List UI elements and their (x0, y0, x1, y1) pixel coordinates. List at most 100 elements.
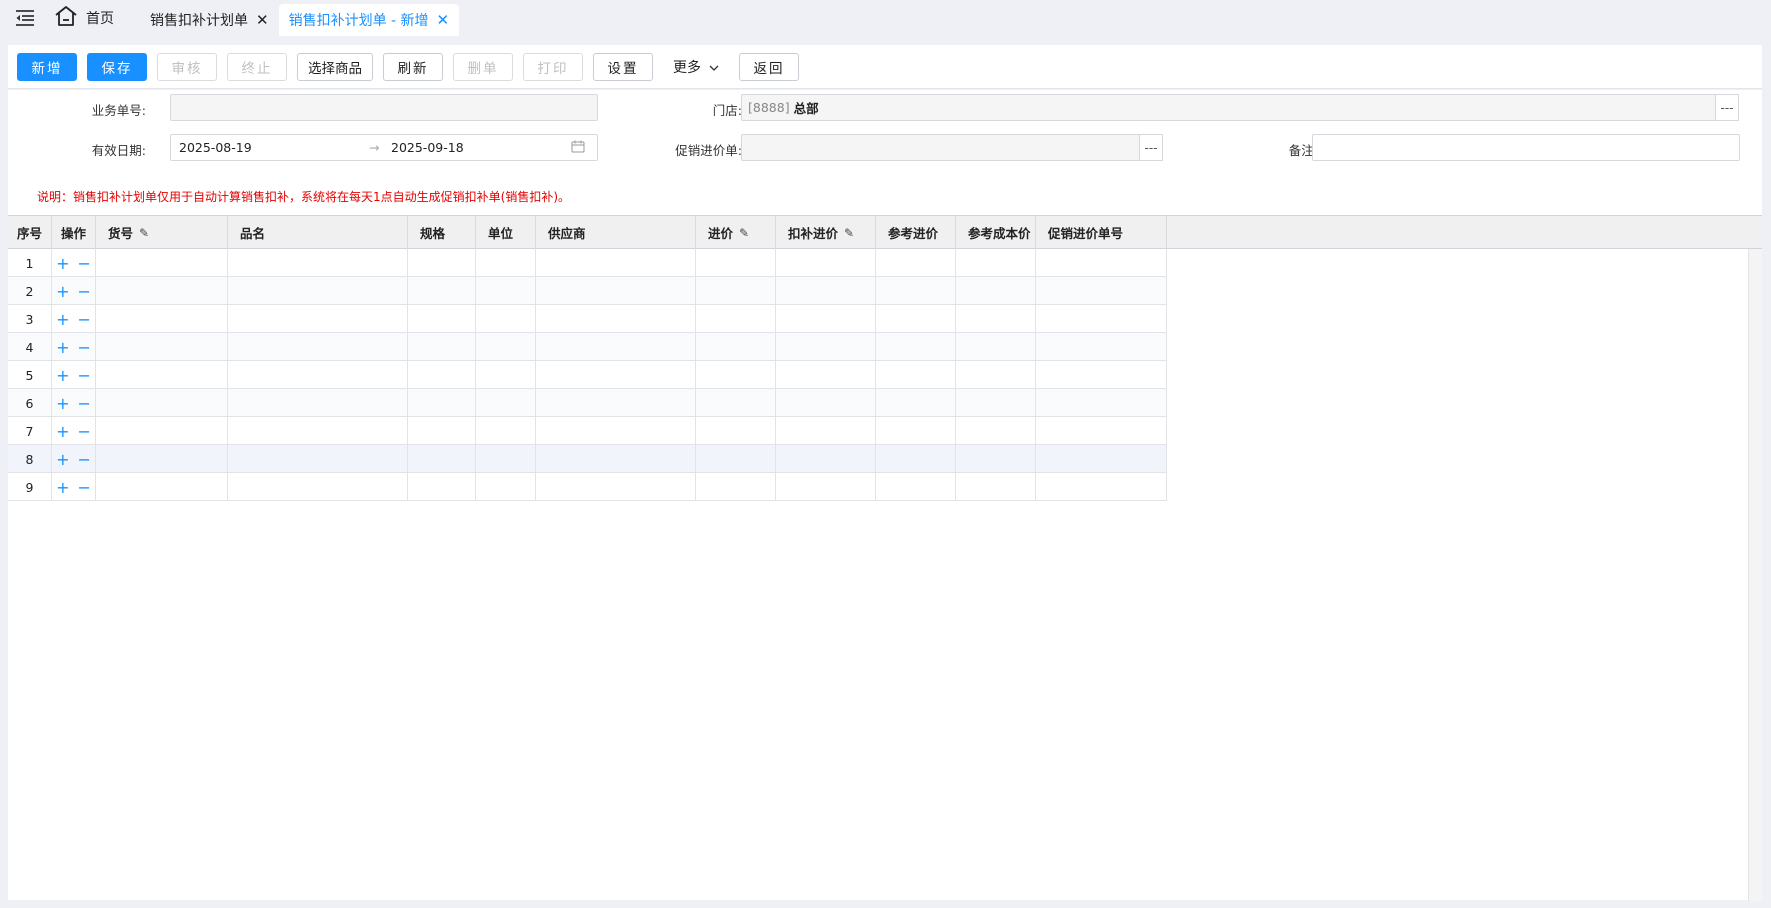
col-supplier[interactable]: 供应商 (536, 216, 696, 249)
close-icon[interactable]: ✕ (256, 12, 269, 28)
table-cell[interactable] (776, 333, 876, 361)
col-price[interactable]: 进价 ✎ (696, 216, 776, 249)
table-cell[interactable] (96, 361, 228, 389)
table-row[interactable]: 4 + − (8, 333, 1167, 361)
table-cell[interactable] (536, 389, 696, 417)
col-ref-cost[interactable]: 参考成本价 (956, 216, 1036, 249)
table-row[interactable]: 5 + − (8, 361, 1167, 389)
table-cell[interactable] (956, 333, 1036, 361)
table-cell[interactable] (776, 417, 876, 445)
add-row-icon[interactable]: + (56, 338, 69, 357)
table-row[interactable]: 9 + − (8, 473, 1167, 501)
table-cell[interactable] (536, 333, 696, 361)
table-row[interactable]: 8 + − (8, 445, 1167, 473)
table-cell[interactable] (536, 361, 696, 389)
table-row[interactable]: 2 + − (8, 277, 1167, 305)
table-cell[interactable] (408, 333, 476, 361)
table-cell[interactable] (536, 445, 696, 473)
date-range-picker[interactable]: 2025-08-19 → 2025-09-18 (170, 134, 598, 161)
table-cell[interactable] (96, 249, 228, 277)
table-cell[interactable] (776, 277, 876, 305)
col-sku[interactable]: 货号 ✎ (96, 216, 228, 249)
table-cell[interactable] (476, 305, 536, 333)
back-button[interactable]: 返回 (739, 52, 799, 81)
col-unit[interactable]: 单位 (476, 216, 536, 249)
table-cell[interactable] (776, 473, 876, 501)
doc-no-field[interactable] (170, 94, 598, 121)
table-cell[interactable] (408, 445, 476, 473)
table-cell[interactable] (956, 361, 1036, 389)
table-cell[interactable] (1036, 305, 1167, 333)
table-cell[interactable] (228, 361, 408, 389)
table-row[interactable]: 3 + − (8, 305, 1167, 333)
table-cell[interactable] (228, 277, 408, 305)
table-cell[interactable] (1036, 333, 1167, 361)
remove-row-icon[interactable]: − (78, 338, 91, 357)
calendar-icon[interactable] (571, 140, 585, 156)
remove-row-icon[interactable]: − (78, 366, 91, 385)
remove-row-icon[interactable]: − (78, 394, 91, 413)
refresh-button[interactable]: 刷新 (383, 52, 443, 81)
table-cell[interactable] (696, 389, 776, 417)
table-cell[interactable] (696, 417, 776, 445)
table-cell[interactable] (876, 389, 956, 417)
print-button[interactable]: 打印 (523, 52, 583, 81)
table-cell[interactable] (696, 445, 776, 473)
more-dropdown[interactable]: 更多 (663, 53, 729, 81)
save-button[interactable]: 保存 (87, 52, 147, 81)
table-cell[interactable] (1036, 361, 1167, 389)
add-row-icon[interactable]: + (56, 450, 69, 469)
tab-sales-plan-new[interactable]: 销售扣补计划单 - 新增 ✕ (278, 4, 460, 36)
close-icon[interactable]: ✕ (437, 12, 450, 28)
col-promo-no[interactable]: 促销进价单号 (1036, 216, 1167, 249)
table-cell[interactable] (228, 305, 408, 333)
table-cell[interactable] (956, 389, 1036, 417)
remove-row-icon[interactable]: − (78, 282, 91, 301)
table-cell[interactable] (876, 333, 956, 361)
table-cell[interactable] (96, 417, 228, 445)
table-row[interactable]: 7 + − (8, 417, 1167, 445)
table-cell[interactable] (1036, 389, 1167, 417)
menu-toggle-icon[interactable] (0, 0, 50, 36)
add-row-icon[interactable]: + (56, 422, 69, 441)
table-cell[interactable] (1036, 277, 1167, 305)
table-cell[interactable] (776, 389, 876, 417)
add-row-icon[interactable]: + (56, 394, 69, 413)
store-picker-button[interactable]: --- (1715, 94, 1739, 121)
table-cell[interactable] (956, 445, 1036, 473)
add-row-icon[interactable]: + (56, 366, 69, 385)
col-ref-price[interactable]: 参考进价 (876, 216, 956, 249)
table-cell[interactable] (696, 333, 776, 361)
table-cell[interactable] (1036, 249, 1167, 277)
date-start[interactable]: 2025-08-19 (179, 140, 369, 155)
settings-button[interactable]: 设置 (593, 52, 653, 81)
table-cell[interactable] (1036, 445, 1167, 473)
table-cell[interactable] (408, 473, 476, 501)
table-cell[interactable] (476, 473, 536, 501)
remove-row-icon[interactable]: − (78, 254, 91, 273)
table-cell[interactable] (408, 361, 476, 389)
remove-row-icon[interactable]: − (78, 478, 91, 497)
table-row[interactable]: 1 + − (8, 249, 1167, 277)
table-cell[interactable] (96, 445, 228, 473)
table-cell[interactable] (536, 305, 696, 333)
col-deduct-price[interactable]: 扣补进价 ✎ (776, 216, 876, 249)
remove-row-icon[interactable]: − (78, 450, 91, 469)
table-cell[interactable] (476, 361, 536, 389)
table-cell[interactable] (536, 249, 696, 277)
new-button[interactable]: 新增 (17, 52, 77, 81)
table-cell[interactable] (776, 445, 876, 473)
stop-button[interactable]: 终止 (227, 52, 287, 81)
table-cell[interactable] (228, 389, 408, 417)
table-cell[interactable] (228, 249, 408, 277)
table-cell[interactable] (476, 445, 536, 473)
table-cell[interactable] (876, 445, 956, 473)
remark-input[interactable] (1312, 134, 1740, 161)
table-cell[interactable] (776, 305, 876, 333)
table-row[interactable]: 6 + − (8, 389, 1167, 417)
table-cell[interactable] (408, 389, 476, 417)
table-cell[interactable] (876, 473, 956, 501)
table-cell[interactable] (956, 249, 1036, 277)
table-cell[interactable] (876, 361, 956, 389)
promo-field[interactable] (741, 134, 1149, 161)
